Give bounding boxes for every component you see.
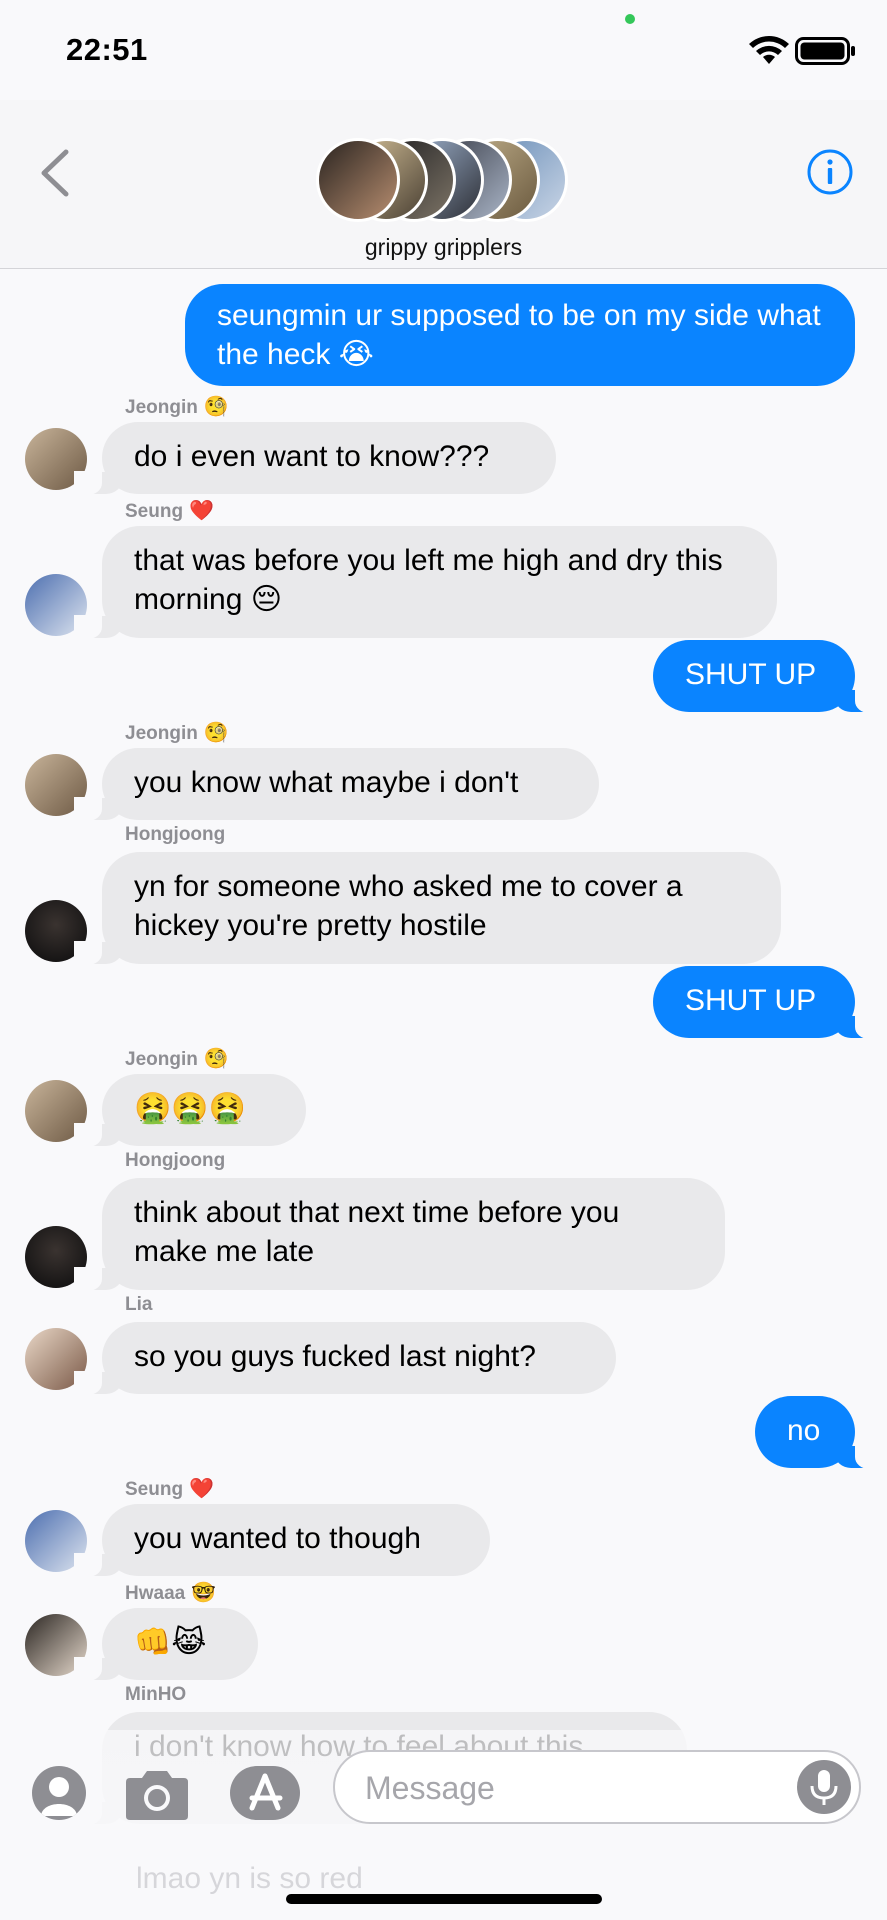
app-store-icon[interactable] [230, 1766, 300, 1820]
camera-icon[interactable] [122, 1768, 192, 1822]
incoming-bubble[interactable]: you know what maybe i don't [74, 748, 599, 821]
wifi-icon [749, 36, 789, 64]
sender-name: Jeongin 🧐 [125, 1048, 229, 1070]
home-indicator[interactable] [286, 1894, 602, 1904]
sender-name: Seung ❤️ [125, 1478, 214, 1500]
battery-icon [795, 37, 855, 65]
incoming-bubble[interactable]: that was before you left me high and dry… [74, 526, 777, 639]
incoming-bubble[interactable]: do i even want to know??? [74, 422, 556, 495]
sender-name: Seung ❤️ [125, 500, 214, 522]
incoming-bubble[interactable]: you wanted to though [74, 1504, 490, 1577]
message-input[interactable]: Message [333, 1750, 861, 1824]
incoming-bubble[interactable]: think about that next time before you ma… [74, 1178, 725, 1291]
sender-name: Hwaaa 🤓 [125, 1582, 217, 1604]
incoming-bubble[interactable]: 👊😹 [74, 1608, 258, 1681]
message-thread[interactable]: seungmin ur supposed to be on my side wh… [0, 270, 887, 1825]
group-avatar-stack[interactable] [316, 138, 571, 226]
status-time: 22:51 [66, 32, 148, 67]
conversation-header: grippy gripplers [0, 100, 887, 269]
sender-name: Hongjoong [125, 1150, 226, 1171]
incoming-bubble[interactable]: so you guys fucked last night? [74, 1322, 616, 1395]
message-placeholder: Message [365, 1770, 495, 1806]
message-input-bar: lmao yn is so red Message [0, 1730, 887, 1920]
incoming-bubble[interactable]: 🤮🤮🤮 [74, 1074, 306, 1147]
info-icon[interactable] [806, 148, 854, 196]
memoji-icon[interactable] [32, 1766, 86, 1820]
microphone-icon[interactable] [797, 1760, 851, 1814]
back-chevron-icon[interactable] [36, 148, 76, 198]
outgoing-bubble[interactable]: no [755, 1396, 883, 1469]
incoming-bubble[interactable]: yn for someone who asked me to cover a h… [74, 852, 781, 965]
sender-name: Lia [125, 1294, 153, 1315]
sender-name: MinHO [125, 1684, 187, 1705]
sender-name: Jeongin 🧐 [125, 396, 229, 418]
status-bar: 22:51 [0, 0, 887, 100]
outgoing-bubble[interactable]: seungmin ur supposed to be on my side wh… [185, 284, 855, 386]
privacy-indicator-icon [625, 14, 635, 24]
group-name[interactable]: grippy gripplers [0, 234, 887, 261]
group-avatar [316, 138, 400, 222]
outgoing-bubble[interactable]: SHUT UP [653, 966, 883, 1039]
ghost-message: lmao yn is so red [136, 1862, 363, 1895]
sender-name: Jeongin 🧐 [125, 722, 229, 744]
sender-name: Hongjoong [125, 824, 226, 845]
outgoing-bubble[interactable]: SHUT UP [653, 640, 883, 713]
